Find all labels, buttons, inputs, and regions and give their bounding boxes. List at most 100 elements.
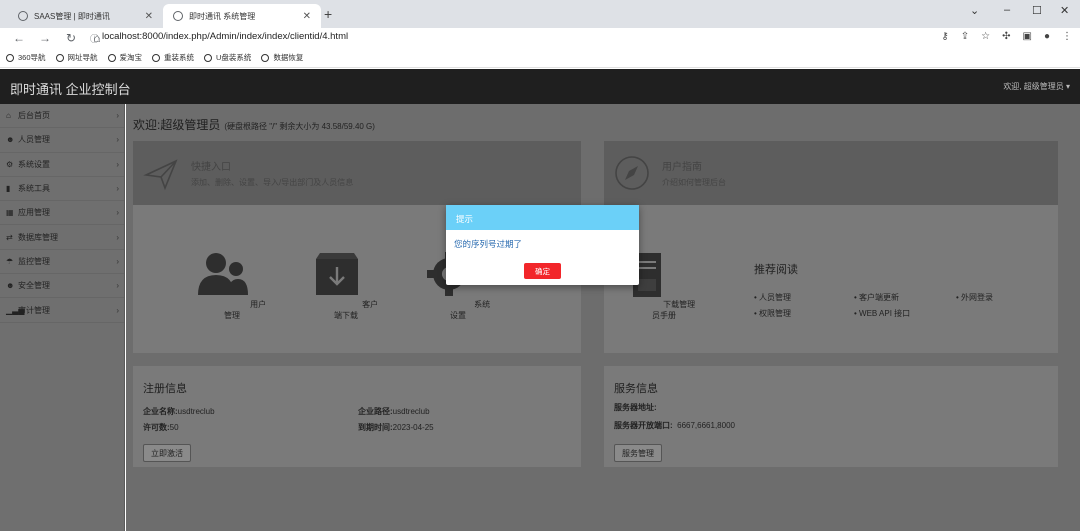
browser-tab-saas[interactable]: SAAS管理 | 即时通讯 ✕ (8, 4, 163, 28)
bookmark-item[interactable]: 重装系统 (152, 52, 194, 63)
chevron-right-icon: › (116, 208, 119, 218)
bookmarks-bar: 360导航 网址导航 爱淘宝 重装系统 U盘装系统 数据恢复 (0, 48, 1080, 68)
license-value: 50 (169, 423, 179, 432)
users-icon (197, 253, 248, 295)
browser-tab-system[interactable]: 即时通讯 系统管理 ✕ (163, 4, 321, 28)
reading-link[interactable]: • WEB API 接口 (854, 308, 910, 319)
minimize-icon[interactable]: – (1004, 4, 1010, 16)
forward-icon[interactable]: → (38, 31, 52, 45)
reading-link[interactable]: • 人员管理 (754, 292, 791, 303)
recommended-reading-title: 推荐阅读 (754, 264, 798, 276)
download-manual[interactable]: 下载管理员手册 (632, 253, 696, 321)
globe-icon (261, 53, 270, 62)
extensions-icon[interactable]: ✣ (1002, 31, 1010, 42)
browser-tab-bar: SAAS管理 | 即时通讯 ✕ 即时通讯 系统管理 ✕ + ⌄ – ☐ ✕ (0, 0, 1080, 28)
sidebar-item-audit[interactable]: ▁▃▅ 审计管理 › (0, 298, 124, 323)
shield-users-icon: ☻ (6, 281, 15, 291)
paper-plane-icon (143, 159, 178, 191)
sidebar-item-label: 监控管理 (18, 256, 50, 266)
reading-link[interactable]: • 权限管理 (754, 308, 791, 319)
bookmark-item[interactable]: 数据恢复 (261, 52, 303, 63)
confirm-button[interactable]: 确定 (524, 263, 561, 279)
bookmark-item[interactable]: U盘装系统 (204, 52, 251, 63)
quick-item-users[interactable]: 用户管理 (197, 251, 267, 321)
gears-icon: ⚙ (6, 159, 14, 169)
bookmark-label: 爱淘宝 (119, 53, 143, 62)
share-icon[interactable]: ⇪ (961, 31, 969, 42)
chevron-right-icon: › (116, 159, 119, 169)
dialog-title: 提示 (446, 205, 639, 230)
user-guide-title: 用户指南 (662, 162, 702, 173)
globe-icon (18, 11, 28, 21)
quick-entry-title: 快捷入口 (191, 162, 231, 173)
reading-link[interactable]: • 客户端更新 (854, 292, 899, 303)
address-bar: ← → ↻ ⌂ ⓘ localhost:8000/index.php/Admin… (0, 28, 1080, 48)
maximize-icon[interactable]: ☐ (1032, 4, 1042, 17)
company-name-value: usdtreclub (177, 407, 215, 416)
sidepanel-icon[interactable]: ▣ (1023, 31, 1032, 42)
star-icon[interactable]: ☆ (981, 31, 990, 42)
key-icon[interactable]: ⚷ (941, 31, 948, 42)
expired-alert-dialog: 提示 您的序列号过期了 确定 (446, 205, 639, 285)
toolbox-icon: ▮ (6, 184, 11, 194)
dialog-message: 您的序列号过期了 (454, 239, 523, 249)
sidebar-item-database[interactable]: ⇄ 数据库管理 › (0, 225, 124, 250)
bookmark-item[interactable]: 360导航 (6, 52, 46, 63)
back-icon[interactable]: ← (12, 31, 26, 45)
app-header: 即时通讯 企业控制台 欢迎, 超级管理员 ▾ (0, 69, 1080, 104)
server-ports-row: 服务器开放端口: 6667,6661,8000 (614, 420, 735, 431)
bookmark-item[interactable]: 爱淘宝 (107, 52, 143, 63)
reading-link-label: 外网登录 (961, 293, 994, 302)
close-icon[interactable]: ✕ (303, 11, 311, 22)
sidebar-item-settings[interactable]: ⚙ 系统设置 › (0, 153, 124, 177)
register-info-card: 注册信息 企业名称:usdtreclub 企业路径:usdtreclub 许可数… (133, 366, 581, 467)
globe-icon (6, 53, 14, 62)
compass-icon (615, 156, 649, 190)
site-info-icon[interactable]: ⓘ (90, 32, 99, 45)
quick-entry-subtitle: 添加、删除、设置、导入/导出部门及人员信息 (191, 178, 354, 187)
sidebar-item-monitor[interactable]: ☂ 监控管理 › (0, 250, 124, 275)
quick-item-download[interactable]: 客户端下载 (311, 251, 381, 321)
user-menu[interactable]: 欢迎, 超级管理员 ▾ (1003, 81, 1070, 92)
profile-icon[interactable]: ● (1044, 31, 1050, 42)
menu-icon[interactable]: ⋮ (1062, 31, 1072, 42)
server-ports-value: 6667,6661,8000 (677, 421, 735, 430)
bookmark-label: 数据恢复 (273, 53, 304, 62)
chevron-down-icon[interactable]: ⌄ (970, 4, 979, 17)
bookmark-item[interactable]: 网址导航 (55, 52, 98, 63)
reading-link-label: 客户端更新 (859, 293, 900, 302)
expire-value: 2023-04-25 (392, 423, 434, 432)
reading-link[interactable]: • 外网登录 (956, 292, 993, 303)
company-path-label: 企业路径: (358, 407, 393, 416)
reload-icon[interactable]: ↻ (64, 31, 78, 45)
sidebar: ⌂ 后台首页 › ☻ 人员管理 › ⚙ 系统设置 › ▮ 系统工具 › ▦ 应用管理 › ⇄ 数据库管… (0, 104, 125, 531)
sidebar-item-apps[interactable]: ▦ 应用管理 › (0, 201, 124, 226)
sidebar-item-label: 系统工具 (18, 184, 50, 194)
chevron-right-icon: › (116, 305, 119, 315)
tab-title: 即时通讯 系统管理 (189, 11, 256, 21)
sidebar-item-home[interactable]: ⌂ 后台首页 › (0, 104, 124, 129)
sidebar-item-security[interactable]: ☻ 安全管理 › (0, 274, 124, 299)
download-manual-label: 下载管理员手册 (652, 300, 696, 320)
chevron-right-icon: › (116, 281, 119, 291)
chevron-right-icon: › (116, 256, 119, 266)
close-icon[interactable]: ✕ (145, 11, 153, 22)
window-close-icon[interactable]: ✕ (1060, 4, 1069, 17)
disk-info: (硬盘根路径 "/" 剩余大小为 43.58/59.40 G) (224, 122, 375, 131)
activate-button[interactable]: 立即激活 (143, 444, 191, 462)
welcome-title: 欢迎:超级管理员 (133, 118, 221, 132)
sidebar-item-users[interactable]: ☻ 人员管理 › (0, 128, 124, 153)
chevron-right-icon: › (116, 111, 119, 121)
user-guide-card: 用户指南 介绍如何管理后台 下载管理员手册 推荐阅读 • 人员管理 • 客户端更… (604, 141, 1058, 353)
user-guide-header: 用户指南 介绍如何管理后台 (604, 141, 1058, 205)
sidebar-item-label: 应用管理 (18, 208, 50, 218)
umbrella-icon: ☂ (6, 256, 14, 266)
register-info-title: 注册信息 (143, 383, 187, 395)
sidebar-item-label: 后台首页 (18, 111, 50, 121)
quick-item-label: 客户端下载 (334, 300, 379, 320)
service-manage-button[interactable]: 服务管理 (614, 444, 662, 462)
sidebar-item-tools[interactable]: ▮ 系统工具 › (0, 177, 124, 202)
url-field[interactable]: localhost:8000/index.php/Admin/index/ind… (102, 31, 348, 42)
page-title: 欢迎:超级管理员 (硬盘根路径 "/" 剩余大小为 43.58/59.40 G) (133, 116, 375, 133)
new-tab-button[interactable]: + (324, 6, 332, 22)
